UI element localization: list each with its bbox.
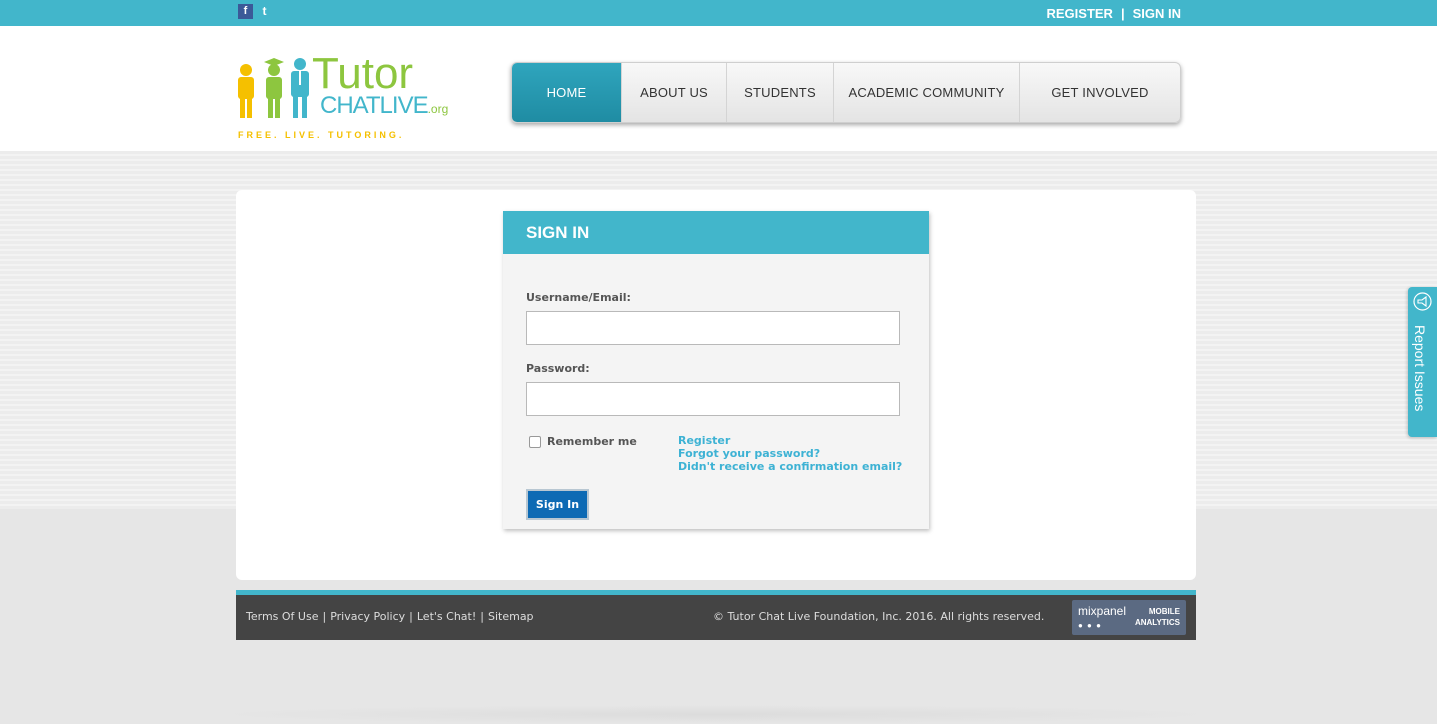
logo-chatlive: CHATLIVE	[320, 92, 429, 119]
report-issues-label: Report Issues	[1412, 325, 1428, 412]
nav-about-us[interactable]: ABOUT US	[622, 63, 727, 122]
signin-title: SIGN IN	[503, 211, 929, 254]
site-header: Tutor CHATLIVE.org FREE. LIVE. TUTORING.…	[0, 26, 1437, 151]
footer-terms-link[interactable]: Terms Of Use	[246, 610, 318, 623]
forgot-password-link[interactable]: Forgot your password?	[678, 447, 902, 460]
signin-button[interactable]: Sign In	[526, 489, 589, 520]
resend-confirmation-link[interactable]: Didn't receive a confirmation email?	[678, 460, 902, 473]
username-label: Username/Email:	[526, 291, 631, 304]
mixpanel-caption: MOBILE ANALYTICS	[1132, 606, 1180, 628]
logo-tagline: FREE. LIVE. TUTORING.	[238, 130, 405, 140]
footer-separator: |	[409, 610, 413, 623]
signin-link[interactable]: SIGN IN	[1133, 6, 1181, 21]
nav-academic-community[interactable]: ACADEMIC COMMUNITY	[834, 63, 1020, 122]
mixpanel-caption-line2: ANALYTICS	[1134, 618, 1180, 627]
footer-separator: |	[480, 610, 484, 623]
logo-figures-icon	[238, 58, 309, 118]
account-help-links: Register Forgot your password? Didn't re…	[678, 434, 902, 473]
logo-org: .org	[427, 102, 449, 116]
signin-form: SIGN IN Username/Email: Password: Rememb…	[503, 211, 929, 529]
twitter-icon[interactable]: t	[257, 4, 272, 19]
password-input[interactable]	[526, 382, 900, 416]
footer-privacy-link[interactable]: Privacy Policy	[330, 610, 405, 623]
account-links: REGISTER | SIGN IN	[1046, 6, 1181, 21]
footer-links: Terms Of Use | Privacy Policy | Let's Chat! |…	[246, 610, 534, 623]
nav-students[interactable]: STUDENTS	[727, 63, 834, 122]
remember-label: Remember me	[547, 435, 637, 448]
top-bar: f t REGISTER | SIGN IN	[0, 0, 1437, 26]
mixpanel-badge[interactable]: mixpanel MOBILE ANALYTICS ● ● ●	[1072, 600, 1186, 635]
bottom-shadow	[200, 705, 1230, 724]
facebook-icon[interactable]: f	[238, 4, 253, 19]
site-logo[interactable]: Tutor CHATLIVE.org FREE. LIVE. TUTORING.	[236, 49, 448, 144]
password-label: Password:	[526, 362, 590, 375]
register-form-link[interactable]: Register	[678, 434, 902, 447]
site-footer: Terms Of Use | Privacy Policy | Let's Chat! |…	[236, 590, 1196, 640]
megaphone-icon	[1413, 292, 1432, 311]
username-input[interactable]	[526, 311, 900, 345]
remember-checkbox[interactable]	[529, 435, 541, 448]
mixpanel-brand: mixpanel	[1078, 604, 1127, 618]
mixpanel-caption-line1: MOBILE	[1148, 607, 1180, 616]
footer-chat-link[interactable]: Let's Chat!	[417, 610, 476, 623]
logo-word-tutor: Tutor	[312, 49, 414, 98]
remember-me: Remember me	[529, 435, 637, 448]
report-issues-tab[interactable]: Report Issues	[1408, 287, 1437, 437]
register-link[interactable]: REGISTER	[1046, 6, 1112, 21]
footer-separator: |	[322, 610, 327, 623]
nav-home[interactable]: HOME	[512, 63, 622, 122]
logo-word-chatlive: CHATLIVE.org	[320, 94, 448, 121]
footer-sitemap-link[interactable]: Sitemap	[488, 610, 534, 623]
social-links: f t	[238, 4, 272, 19]
nav-get-involved[interactable]: GET INVOLVED	[1020, 63, 1180, 122]
separator: |	[1120, 6, 1125, 21]
copyright-text: © Tutor Chat Live Foundation, Inc. 2016.…	[713, 610, 1045, 623]
main-nav: HOME ABOUT US STUDENTS ACADEMIC COMMUNIT…	[511, 62, 1181, 123]
mixpanel-dots-icon: ● ● ●	[1078, 621, 1102, 630]
